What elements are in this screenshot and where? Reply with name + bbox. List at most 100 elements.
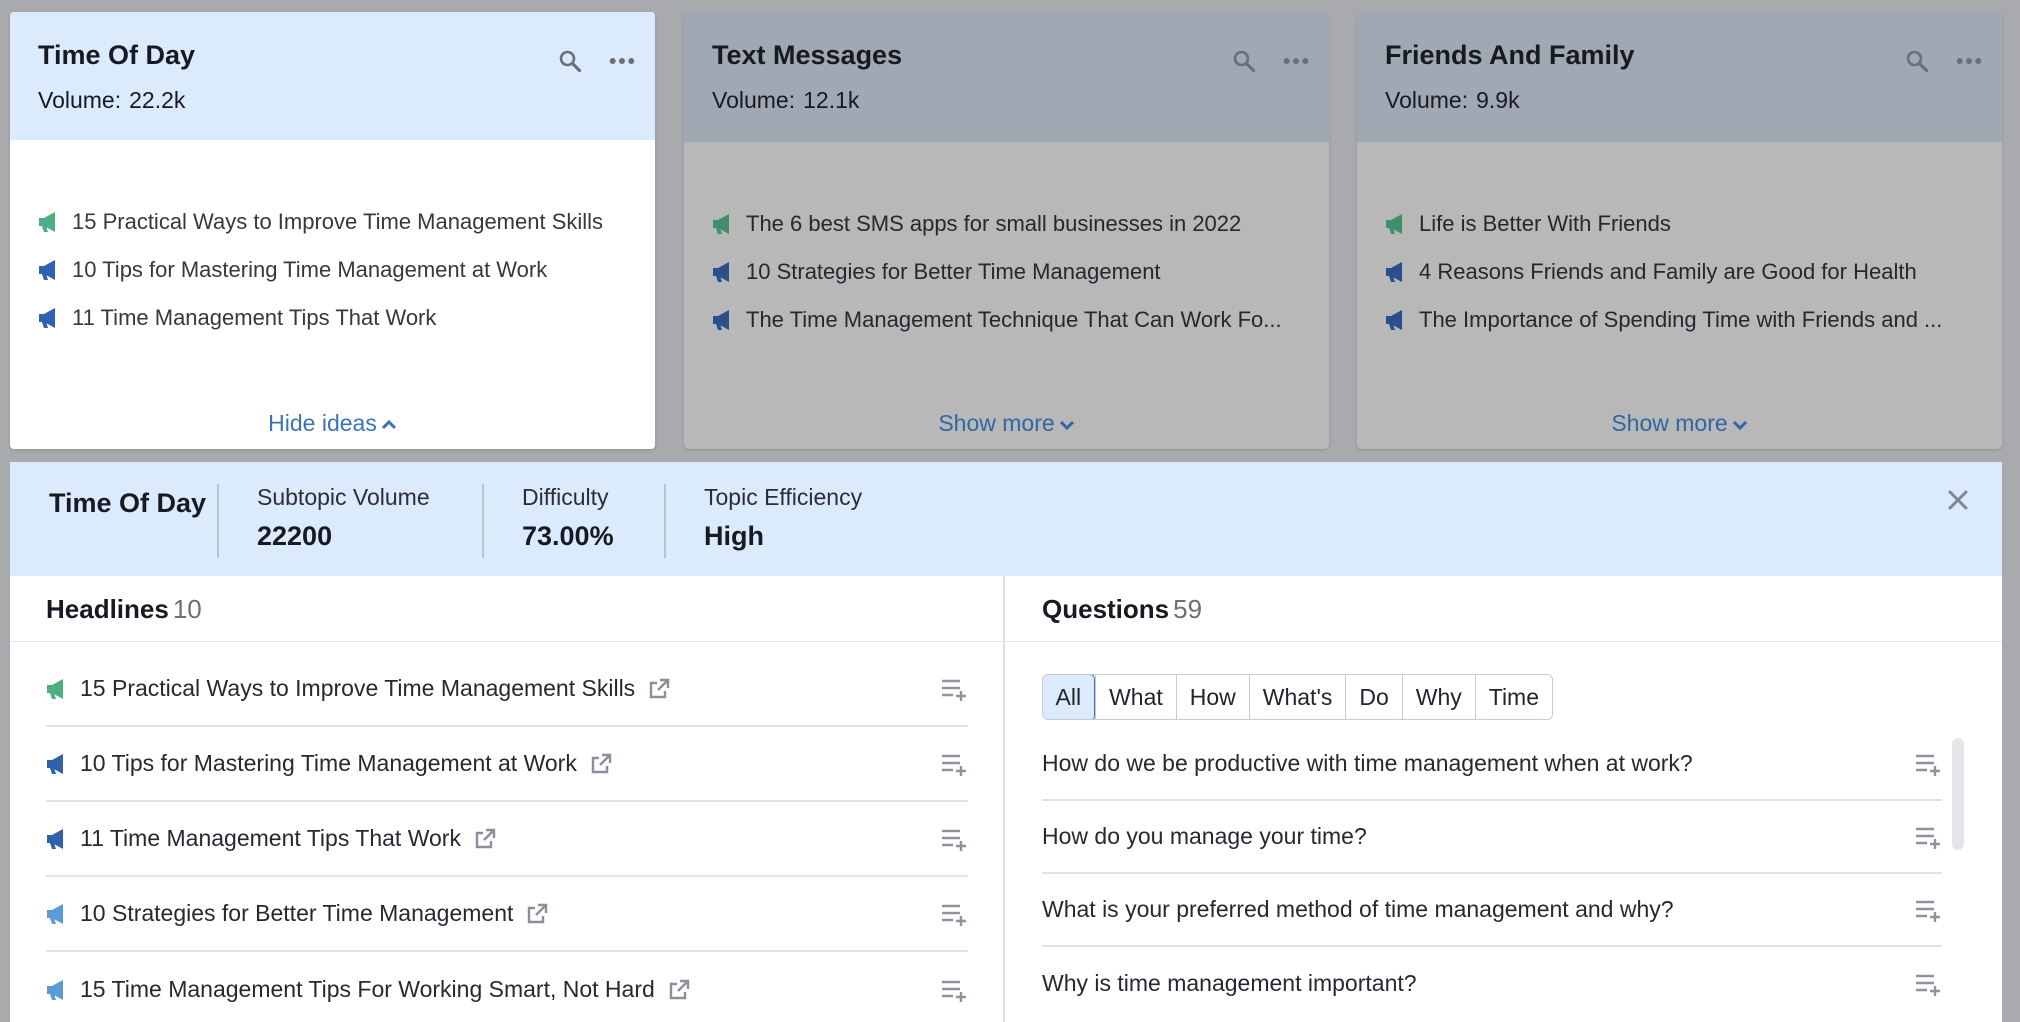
close-icon[interactable] (1946, 488, 1974, 516)
add-to-list-icon[interactable] (940, 902, 968, 926)
hide-ideas-button[interactable]: Hide ideas (10, 410, 655, 437)
card-tools (1904, 48, 1982, 74)
headline-text[interactable]: 11 Time Management Tips That Work (80, 825, 461, 852)
headline-row[interactable]: 15 Time Management Tips For Working Smar… (46, 952, 968, 1022)
megaphone-blue-icon (713, 310, 729, 330)
headline-text[interactable]: 15 Time Management Tips For Working Smar… (80, 976, 655, 1003)
chevron-down-icon (1059, 420, 1074, 431)
idea-item[interactable]: 10 Strategies for Better Time Management (712, 248, 1329, 296)
filter-do[interactable]: Do (1345, 675, 1402, 719)
headline-row[interactable]: 15 Practical Ways to Improve Time Manage… (46, 652, 968, 727)
subtopic-volume-cell: Subtopic Volume 22200 (217, 484, 482, 558)
idea-text: 11 Time Management Tips That Work (72, 305, 437, 330)
show-more-button[interactable]: Show more (684, 410, 1329, 437)
card-ideas: 15 Practical Ways to Improve Time Manage… (10, 140, 655, 342)
topic-card-time-of-day[interactable]: Time Of Day Volume: 22.2k 15 Practical Wa… (10, 12, 655, 449)
filter-how[interactable]: How (1175, 675, 1249, 719)
megaphone-green-icon (47, 678, 63, 699)
filter-what[interactable]: What (1095, 675, 1176, 719)
more-options-icon[interactable] (1283, 48, 1309, 74)
question-text: How do you manage your time? (1042, 823, 1367, 849)
question-text: Why is time management important? (1042, 970, 1417, 996)
add-to-list-icon[interactable] (940, 827, 968, 851)
volume-value: 22.2k (129, 87, 186, 113)
search-icon[interactable] (557, 48, 583, 74)
megaphone-green-icon (1386, 214, 1402, 234)
megaphone-blue-icon (47, 828, 63, 849)
headline-row[interactable]: 10 Tips for Mastering Time Management at… (46, 727, 968, 802)
questions-count: 59 (1173, 594, 1203, 624)
add-to-list-icon[interactable] (1914, 825, 1942, 849)
add-to-list-icon[interactable] (940, 752, 968, 776)
megaphone-green-icon (713, 214, 729, 234)
filter-all[interactable]: All (1043, 675, 1096, 719)
headline-row[interactable]: 10 Strategies for Better Time Management (46, 877, 968, 952)
add-to-list-icon[interactable] (940, 677, 968, 701)
card-ideas: The 6 best SMS apps for small businesses… (684, 142, 1329, 344)
hide-ideas-label: Hide ideas (268, 410, 377, 436)
card-header: Time Of Day Volume: 22.2k (10, 12, 655, 140)
search-icon[interactable] (1904, 48, 1930, 74)
add-to-list-icon[interactable] (1914, 898, 1942, 922)
idea-item[interactable]: Life is Better With Friends (1385, 200, 2002, 248)
external-link-icon[interactable] (667, 978, 691, 1002)
more-options-icon[interactable] (1956, 48, 1982, 74)
external-link-icon[interactable] (525, 902, 549, 926)
chevron-down-icon (1732, 420, 1747, 431)
questions-header: Questions 59 (1005, 576, 2002, 642)
idea-item[interactable]: 11 Time Management Tips That Work (38, 294, 655, 342)
question-text: What is your preferred method of time ma… (1042, 896, 1674, 922)
idea-item[interactable]: The Importance of Spending Time with Fri… (1385, 296, 2002, 344)
megaphone-blue-icon (47, 753, 63, 774)
external-link-icon[interactable] (647, 677, 671, 701)
external-link-icon[interactable] (589, 752, 613, 776)
question-row[interactable]: How do we be productive with time manage… (1042, 728, 1942, 801)
filter-why[interactable]: Why (1401, 675, 1475, 719)
difficulty-label: Difficulty (522, 484, 609, 510)
topic-efficiency-label: Topic Efficiency (704, 484, 863, 510)
idea-text: 4 Reasons Friends and Family are Good fo… (1419, 259, 1917, 284)
card-header: Friends And Family Volume: 9.9k (1357, 12, 2002, 142)
idea-text: The Time Management Technique That Can W… (746, 307, 1282, 332)
headline-text[interactable]: 10 Tips for Mastering Time Management at… (80, 750, 577, 777)
idea-item[interactable]: 4 Reasons Friends and Family are Good fo… (1385, 248, 2002, 296)
search-icon[interactable] (1231, 48, 1257, 74)
subtopic-volume-value: 22200 (257, 521, 333, 551)
add-to-list-icon[interactable] (1914, 972, 1942, 996)
add-to-list-icon[interactable] (940, 978, 968, 1002)
idea-item[interactable]: The Time Management Technique That Can W… (712, 296, 1329, 344)
idea-item[interactable]: 15 Practical Ways to Improve Time Manage… (38, 198, 655, 246)
megaphone-lightblue-icon (47, 979, 63, 1000)
question-text: How do we be productive with time manage… (1042, 750, 1693, 776)
filter-time[interactable]: Time (1474, 675, 1553, 719)
headline-row[interactable]: 11 Time Management Tips That Work (46, 802, 968, 877)
megaphone-blue-icon (39, 260, 55, 280)
headline-text[interactable]: 10 Strategies for Better Time Management (80, 900, 513, 927)
difficulty-value: 73.00% (522, 521, 614, 551)
question-row[interactable]: What is your preferred method of time ma… (1042, 874, 1942, 947)
show-more-button[interactable]: Show more (1357, 410, 2002, 437)
questions-scrollbar[interactable] (1952, 738, 1964, 850)
card-ideas: Life is Better With Friends 4 Reasons Fr… (1357, 142, 2002, 344)
headlines-column: Headlines 10 15 Practical Ways to Improve… (10, 576, 1005, 1022)
question-row[interactable]: Why is time management important? (1042, 947, 1942, 1020)
external-link-icon[interactable] (473, 827, 497, 851)
megaphone-blue-icon (713, 262, 729, 282)
idea-item[interactable]: 10 Tips for Mastering Time Management at… (38, 246, 655, 294)
question-row[interactable]: How do you manage your time? (1042, 801, 1942, 874)
card-volume: Volume: 22.2k (38, 87, 655, 114)
topic-card-text-messages[interactable]: Text Messages Volume: 12.1k The 6 best SM… (684, 12, 1329, 449)
add-to-list-icon[interactable] (1914, 752, 1942, 776)
idea-item[interactable]: The 6 best SMS apps for small businesses… (712, 200, 1329, 248)
summary-title-cell: Time Of Day (10, 484, 217, 558)
more-options-icon[interactable] (609, 48, 635, 74)
topic-card-friends-and-family[interactable]: Friends And Family Volume: 9.9k Life is B… (1357, 12, 2002, 449)
volume-label: Volume: (38, 87, 122, 113)
volume-value: 9.9k (1476, 87, 1520, 113)
megaphone-blue-icon (1386, 310, 1402, 330)
topic-efficiency-cell: Topic Efficiency High (664, 484, 924, 558)
filter-whats[interactable]: What's (1248, 675, 1346, 719)
headlines-header: Headlines 10 (10, 576, 1003, 642)
headline-text[interactable]: 15 Practical Ways to Improve Time Manage… (80, 675, 635, 702)
questions-column: Questions 59 All What How What's Do Why T… (1005, 576, 2002, 1022)
